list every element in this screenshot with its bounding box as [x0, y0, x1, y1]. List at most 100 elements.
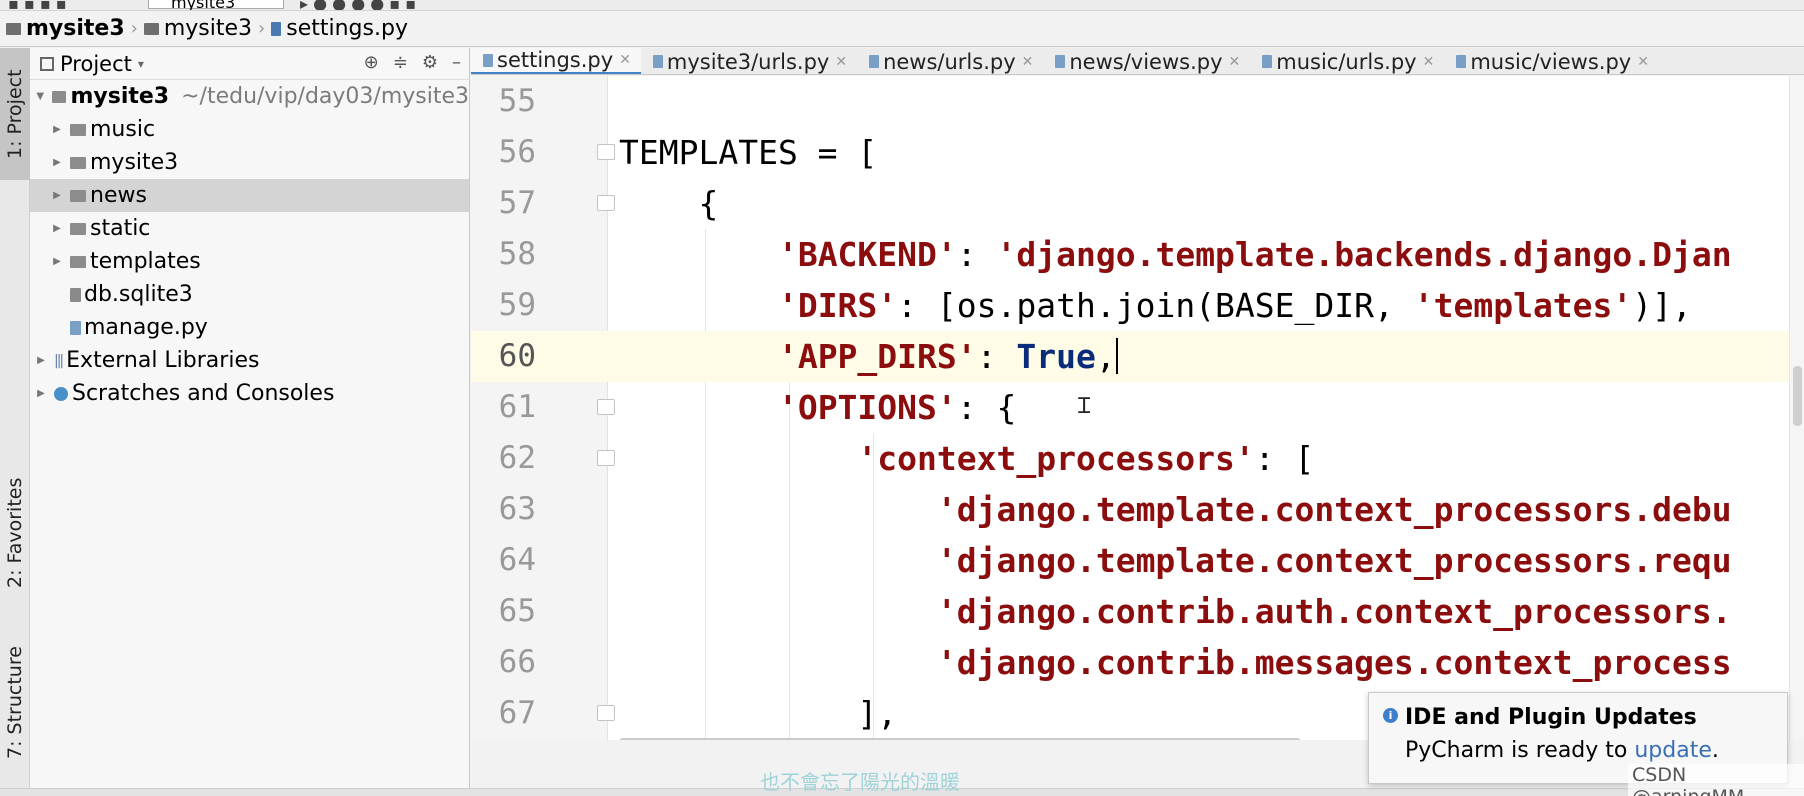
vertical-scrollbar[interactable] — [1789, 76, 1804, 740]
close-icon[interactable]: ✕ — [835, 54, 847, 70]
project-tree: ▼ mysite3 ~/tedu/vip/day03/mysite3 ▶ mus… — [30, 80, 469, 410]
breadcrumb-separator: › — [258, 18, 266, 39]
update-link[interactable]: update — [1634, 738, 1712, 763]
tree-item-news[interactable]: ▶ news — [30, 179, 469, 212]
fold-marker-icon[interactable] — [597, 195, 615, 211]
fold-marker-icon[interactable] — [597, 144, 615, 160]
tree-item-db-sqlite3[interactable]: db.sqlite3 — [30, 278, 469, 311]
code-punct: : { — [956, 388, 1017, 427]
code-text: { — [619, 184, 719, 223]
scratches-icon — [54, 386, 68, 401]
database-file-icon — [70, 287, 81, 302]
code-text: 'OPTIONS': { — [619, 382, 1016, 433]
close-icon[interactable]: ✕ — [1229, 54, 1241, 70]
code-line-61: 61 'OPTIONS': { Ɪ — [471, 382, 1789, 433]
python-file-icon — [1262, 55, 1273, 68]
breadcrumb-project[interactable]: mysite3 — [6, 16, 125, 41]
code-line-56: 56 TEMPLATES = [ — [471, 127, 1789, 178]
tab-news-views-py[interactable]: news/views.py ✕ — [1043, 48, 1250, 74]
line-number: 60 — [498, 338, 536, 374]
code-editor[interactable]: 55 56 TEMPLATES = [ 57 { 58 'BACKEND': '… — [471, 76, 1789, 740]
text-cursor-icon: Ɪ — [1078, 394, 1091, 419]
tree-item-static[interactable]: ▶ static — [30, 212, 469, 245]
folder-icon — [6, 22, 21, 35]
code-line-58: 58 'BACKEND': 'django.template.backends.… — [471, 229, 1789, 280]
text-caret — [1115, 338, 1118, 374]
main-toolbar: ▪ ▪ ▪ ▪ mysite3 ▸ ● ● ● ● ▪ ▪ — [0, 0, 1804, 11]
tree-item-external-libraries[interactable]: ▶ ||| External Libraries — [30, 344, 469, 377]
tree-root-mysite3[interactable]: ▼ mysite3 ~/tedu/vip/day03/mysite3 — [30, 80, 469, 113]
info-icon: i — [1383, 708, 1398, 723]
toolbar-icons[interactable]: ▪ ▪ ▪ ▪ — [8, 0, 67, 10]
horizontal-scrollbar[interactable] — [619, 738, 1301, 740]
collapsed-arrow-icon[interactable]: ▶ — [34, 388, 48, 399]
run-config-dropdown[interactable]: mysite3 — [148, 0, 284, 10]
code-line-64: 64 'django.template.context_processors.r… — [471, 535, 1789, 586]
gear-icon[interactable]: ⚙ — [422, 52, 438, 73]
line-number: 63 — [498, 491, 536, 527]
run-icons[interactable]: ▸ ● ● ● ● ▪ ▪ — [300, 0, 416, 10]
watermark: CSDN @arningMM — [1628, 764, 1804, 796]
code-string: 'APP_DIRS' — [777, 337, 977, 376]
code-string: 'django.template.context_processors.debu — [936, 490, 1732, 529]
tree-item-mysite3[interactable]: ▶ mysite3 — [30, 146, 469, 179]
python-file-icon — [483, 53, 493, 67]
folder-icon — [52, 90, 67, 103]
python-file-icon — [1055, 55, 1066, 68]
code-text: 'context_processors': [ — [619, 433, 1314, 484]
line-number: 64 — [498, 542, 536, 578]
folder-icon — [70, 222, 86, 235]
expanded-arrow-icon[interactable]: ▼ — [34, 91, 46, 102]
python-file-icon — [652, 55, 663, 68]
tab-mysite3-urls-py[interactable]: mysite3/urls.py ✕ — [641, 48, 857, 74]
close-icon[interactable]: ✕ — [1423, 54, 1435, 70]
breadcrumb: mysite3 › mysite3 › settings.py — [0, 11, 1804, 47]
collapsed-arrow-icon[interactable]: ▶ — [50, 256, 64, 267]
collapsed-arrow-icon[interactable]: ▶ — [50, 157, 64, 168]
collapse-all-icon[interactable]: ≑ — [393, 52, 408, 73]
video-subtitle: 也不會忘了陽光的溫暖 — [760, 770, 960, 794]
line-number: 67 — [498, 695, 536, 731]
code-text: ], — [857, 694, 898, 733]
tree-item-scratches[interactable]: ▶ Scratches and Consoles — [30, 377, 469, 410]
tab-settings-py[interactable]: settings.py ✕ — [471, 48, 641, 74]
project-view-selector[interactable]: Project — [60, 52, 132, 76]
project-pane-tools: ⊕ ≑ ⚙ – — [364, 52, 461, 73]
code-line-63: 63 'django.template.context_processors.d… — [471, 484, 1789, 535]
tab-news-urls-py[interactable]: news/urls.py ✕ — [857, 48, 1043, 74]
code-string: 'django.template.context_processors.requ — [936, 541, 1732, 580]
fold-marker-icon[interactable] — [597, 450, 615, 466]
tab-structure-tool-window[interactable]: 7: Structure — [0, 628, 30, 778]
tab-project-tool-window[interactable]: 1: Project — [0, 48, 30, 180]
breadcrumb-file[interactable]: settings.py — [271, 16, 408, 41]
breadcrumb-folder[interactable]: mysite3 — [143, 16, 252, 41]
code-line-65: 65 'django.contrib.auth.context_processo… — [471, 586, 1789, 637]
collapsed-arrow-icon[interactable]: ▶ — [50, 190, 64, 201]
folder-icon — [70, 156, 86, 169]
tree-item-manage-py[interactable]: manage.py — [30, 311, 469, 344]
collapsed-arrow-icon[interactable]: ▶ — [50, 124, 64, 135]
line-number: 65 — [498, 593, 536, 629]
locate-icon[interactable]: ⊕ — [364, 52, 379, 73]
notification-body: PyCharm is ready to update. — [1405, 738, 1719, 763]
project-view-icon — [40, 56, 54, 71]
code-string: 'django.contrib.auth.context_processors. — [936, 592, 1732, 631]
close-icon[interactable]: ✕ — [1022, 54, 1034, 70]
hide-icon[interactable]: – — [452, 52, 461, 73]
line-number: 66 — [498, 644, 536, 680]
collapsed-arrow-icon[interactable]: ▶ — [34, 355, 48, 366]
tab-music-urls-py[interactable]: music/urls.py ✕ — [1250, 48, 1444, 74]
scrollbar-thumb[interactable] — [1793, 366, 1802, 426]
tree-item-music[interactable]: ▶ music — [30, 113, 469, 146]
chevron-down-icon[interactable]: ▾ — [138, 57, 144, 71]
code-string: 'django.template.backends.django.Djan — [996, 235, 1732, 274]
close-icon[interactable]: ✕ — [1637, 54, 1649, 70]
collapsed-arrow-icon[interactable]: ▶ — [50, 223, 64, 234]
tree-item-templates[interactable]: ▶ templates — [30, 245, 469, 278]
fold-marker-icon[interactable] — [597, 399, 615, 415]
code-punct: : — [976, 337, 1017, 376]
tab-music-views-py[interactable]: music/views.py ✕ — [1444, 48, 1659, 74]
tab-favorites-tool-window[interactable]: 2: Favorites — [0, 458, 30, 608]
close-icon[interactable]: ✕ — [619, 52, 631, 68]
fold-marker-icon[interactable] — [597, 705, 615, 721]
